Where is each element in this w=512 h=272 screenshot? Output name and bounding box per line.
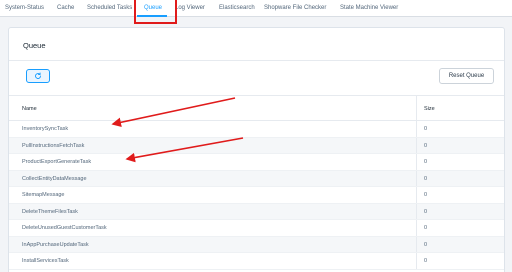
row-size: 0	[424, 208, 428, 215]
table-row: DeleteThemeFilesTask 0	[9, 203, 504, 220]
column-divider	[416, 121, 417, 137]
reset-queue-button[interactable]: Reset Queue	[439, 68, 494, 84]
column-divider	[416, 96, 417, 120]
row-name: InventorySyncTask	[22, 126, 69, 132]
card-divider	[9, 60, 504, 61]
active-tab-indicator	[137, 15, 167, 17]
table-row: PullInstructionsFetchTask 0	[9, 137, 504, 154]
row-size: 0	[424, 192, 428, 198]
tab-state-machine-viewer[interactable]: State Machine Viewer	[340, 0, 398, 17]
table-row: InstallServicesTask 0	[9, 253, 504, 270]
queue-table: Name Size InventorySyncTask 0 PullInstru…	[9, 95, 504, 270]
tab-log-viewer[interactable]: Log Viewer	[175, 0, 205, 17]
row-size: 0	[424, 241, 428, 248]
row-size: 0	[424, 225, 428, 231]
row-name: CollectEntityDataMessage	[22, 175, 87, 182]
table-row: InventorySyncTask 0	[9, 121, 504, 138]
table-row: CollectEntityDataMessage 0	[9, 170, 504, 187]
column-divider	[416, 236, 417, 252]
tab-system-status[interactable]: System-Status	[5, 0, 44, 17]
row-name: DeleteThemeFilesTask	[22, 208, 78, 215]
column-divider	[416, 203, 417, 219]
column-header-size: Size	[424, 106, 435, 112]
column-divider	[416, 220, 417, 236]
row-name: InstallServicesTask	[22, 258, 69, 264]
row-name: ProductExportGenerateTask	[22, 159, 92, 165]
row-name: InAppPurchaseUpdateTask	[22, 241, 89, 248]
tab-cache[interactable]: Cache	[57, 0, 74, 17]
refresh-icon	[35, 72, 41, 79]
column-divider	[416, 187, 417, 203]
queue-card: Queue Reset Queue Name Size InventorySyn…	[8, 27, 505, 272]
row-name: DeleteUnusedGuestCustomerTask	[22, 225, 107, 231]
table-row: SitemapMessage 0	[9, 187, 504, 204]
row-size: 0	[424, 142, 428, 149]
tab-elasticsearch[interactable]: Elasticsearch	[219, 0, 255, 17]
row-name: SitemapMessage	[22, 192, 65, 198]
row-name: PullInstructionsFetchTask	[22, 142, 85, 149]
table-row: ProductExportGenerateTask 0	[9, 154, 504, 171]
tab-bar: System-Status Cache Scheduled Tasks Queu…	[0, 0, 512, 17]
refresh-button[interactable]	[26, 69, 50, 83]
tab-scheduled-tasks[interactable]: Scheduled Tasks	[87, 0, 132, 17]
table-row: DeleteUnusedGuestCustomerTask 0	[9, 220, 504, 237]
column-header-name: Name	[22, 106, 37, 112]
row-size: 0	[424, 159, 428, 165]
column-divider	[416, 137, 417, 153]
row-size: 0	[424, 126, 428, 132]
column-divider	[416, 170, 417, 186]
column-divider	[416, 154, 417, 170]
table-header: Name Size	[9, 95, 504, 121]
table-row: InAppPurchaseUpdateTask 0	[9, 236, 504, 253]
card-title: Queue	[23, 41, 46, 50]
row-size: 0	[424, 175, 428, 182]
row-size: 0	[424, 258, 428, 264]
tab-shopware-file-checker[interactable]: Shopware File Checker	[264, 0, 326, 17]
column-divider	[416, 253, 417, 269]
